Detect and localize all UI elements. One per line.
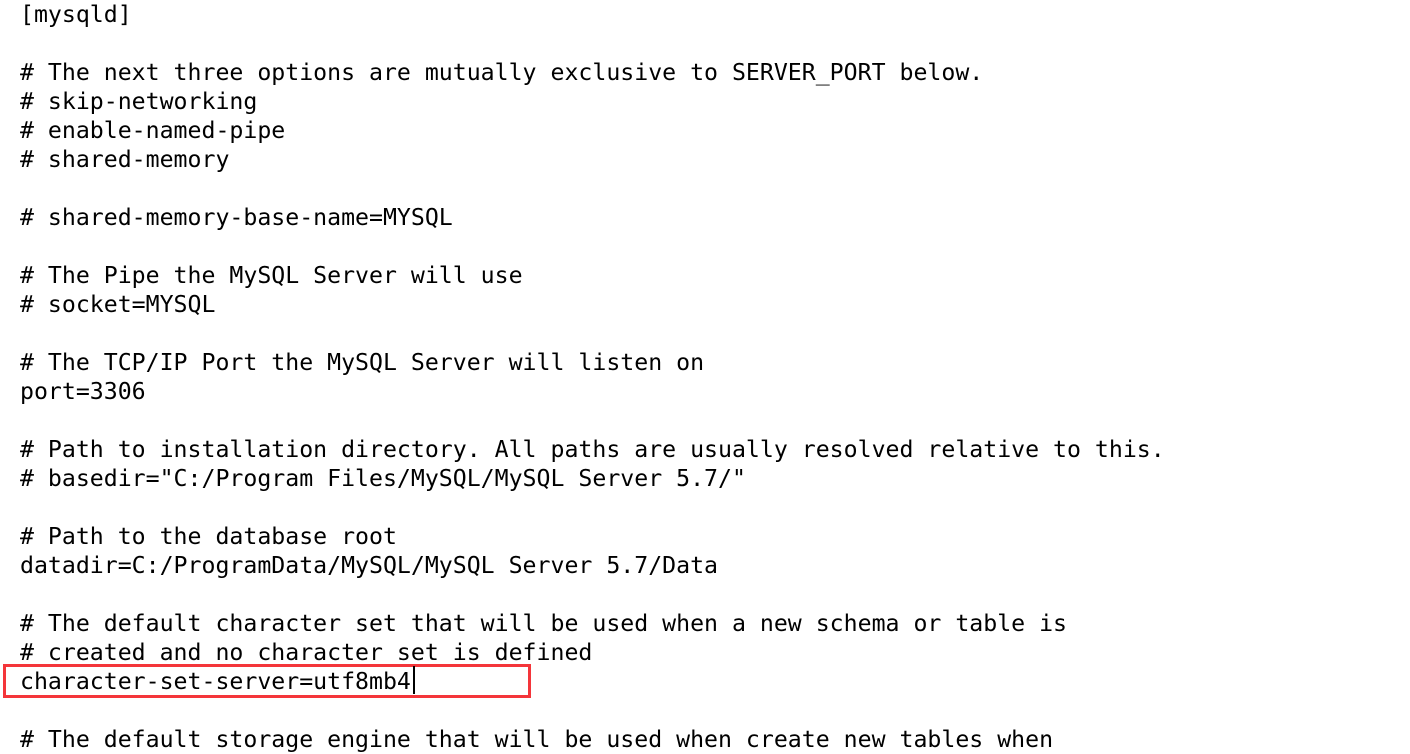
code-line-comment: # basedir="C:/Program Files/MySQL/MySQL … [20, 465, 746, 492]
code-line-comment: # The next three options are mutually ex… [20, 59, 984, 86]
code-line-comment: # socket=MYSQL [20, 291, 216, 318]
code-line-comment: # created and no character set is define… [20, 639, 593, 666]
code-line-comment: # Path to installation directory. All pa… [20, 436, 1165, 463]
config-file-editor[interactable]: [mysqld] # The next three options are mu… [0, 0, 1410, 753]
code-line-comment: # The default character set that will be… [20, 610, 1068, 637]
code-line-comment: # Path to the database root [20, 523, 397, 550]
code-line-comment: # The TCP/IP Port the MySQL Server will … [20, 349, 705, 376]
code-line-section-header: [mysqld] [20, 1, 132, 28]
code-line-comment: # shared-memory [20, 146, 230, 173]
text-cursor-caret [413, 666, 415, 694]
code-line-setting-datadir: datadir=C:/ProgramData/MySQL/MySQL Serve… [20, 552, 719, 579]
code-text-area[interactable]: [mysqld] # The next three options are mu… [20, 0, 1410, 754]
code-line-comment: # skip-networking [20, 88, 258, 115]
code-line-setting-character-set-server[interactable]: character-set-server=utf8mb4 [20, 667, 1410, 696]
code-line-setting-port: port=3306 [20, 378, 146, 405]
code-line-comment: # shared-memory-base-name=MYSQL [20, 204, 453, 231]
code-line-comment: # enable-named-pipe [20, 117, 286, 144]
code-line-comment: # The default storage engine that will b… [20, 726, 1054, 753]
code-line-comment: # The Pipe the MySQL Server will use [20, 262, 523, 289]
